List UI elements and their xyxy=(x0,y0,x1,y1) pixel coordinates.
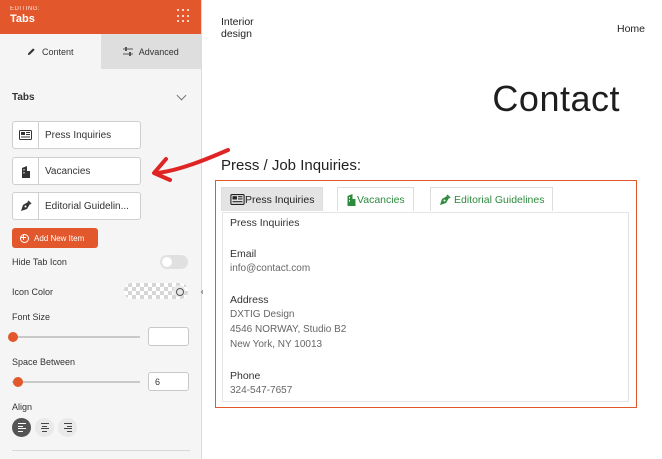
tab-label: Press Inquiries xyxy=(245,193,315,206)
hide-tab-icon-label: Hide Tab Icon xyxy=(12,257,67,267)
icon-color-label: Icon Color xyxy=(12,287,54,297)
tabs-section-title: Tabs xyxy=(12,92,35,103)
align-label: Align xyxy=(12,402,33,412)
align-center-button[interactable] xyxy=(35,418,54,437)
nav-home-link[interactable]: Home xyxy=(617,23,645,35)
logo-line-1: Interior xyxy=(221,16,254,28)
preview-tab-editorial-guidelines[interactable]: Editorial Guidelines xyxy=(430,187,554,211)
site-logo[interactable]: Interior design xyxy=(221,16,254,40)
tab-item-label: Press Inquiries xyxy=(45,129,112,141)
tab-panel-content: Press Inquiries Email info@contact.com A… xyxy=(222,212,629,402)
tab-content-label: Content xyxy=(41,46,74,57)
space-between-label: Space Between xyxy=(12,357,76,367)
preview-tab-vacancies[interactable]: Vacancies xyxy=(337,187,414,211)
space-between-slider[interactable] xyxy=(12,381,140,383)
newspaper-icon xyxy=(13,122,39,148)
phone-label: Phone xyxy=(230,370,261,382)
tab-advanced[interactable]: Advanced xyxy=(100,34,201,69)
space-between-slider-handle[interactable] xyxy=(13,377,23,387)
grid-dots-icon[interactable] xyxy=(177,9,191,23)
pencil-icon xyxy=(27,48,35,56)
tabs-section-header[interactable]: Tabs xyxy=(0,90,201,103)
tabs-module[interactable]: Press Inquiries Vacancies Editorial Guid… xyxy=(215,180,637,408)
preview-tab-press-inquiries[interactable]: Press Inquiries xyxy=(221,187,324,211)
editor-panel: EDITING: Tabs Content Advanced Tabs Pres… xyxy=(0,0,202,459)
tab-item-vacancies[interactable]: Vacancies xyxy=(12,157,141,185)
chevron-down-icon xyxy=(176,90,187,101)
panel-title: Tabs xyxy=(10,13,35,25)
pen-nib-icon xyxy=(13,193,39,219)
color-picker-icon[interactable] xyxy=(173,285,185,297)
font-size-label: Font Size xyxy=(12,312,51,322)
sliders-icon xyxy=(122,47,133,56)
add-new-item-button[interactable]: Add New Item xyxy=(12,228,98,248)
email-value: info@contact.com xyxy=(230,263,311,274)
address-line-1: DXTIG Design xyxy=(230,309,295,320)
tab-item-press-inquiries[interactable]: Press Inquiries xyxy=(12,121,141,149)
email-label: Email xyxy=(230,248,257,260)
address-line-2: 4546 NORWAY, Studio B2 xyxy=(230,324,347,335)
panel-header: EDITING: Tabs xyxy=(0,0,201,34)
phone-value: 324-547-7657 xyxy=(230,385,293,396)
divider xyxy=(12,450,190,451)
editing-label: EDITING: xyxy=(10,6,41,12)
page-title: Contact xyxy=(492,78,620,119)
tab-content[interactable]: Content xyxy=(0,34,101,69)
building-icon xyxy=(13,158,39,184)
font-size-slider-handle[interactable] xyxy=(8,332,18,342)
newspaper-icon xyxy=(230,194,245,205)
logo-line-2: design xyxy=(221,28,252,40)
font-size-slider[interactable] xyxy=(12,336,140,338)
building-icon xyxy=(347,194,356,206)
space-between-input[interactable]: 6 xyxy=(148,372,189,391)
section-title: Press / Job Inquiries: xyxy=(221,157,362,174)
align-center-icon xyxy=(40,422,49,434)
pen-nib-icon xyxy=(440,193,451,205)
font-size-input[interactable] xyxy=(148,327,189,346)
tab-advanced-label: Advanced xyxy=(138,46,179,57)
align-left-icon xyxy=(17,422,26,434)
tab-label: Editorial Guidelines xyxy=(454,193,545,206)
panel-tabs: Content Advanced xyxy=(0,34,201,69)
tab-item-label: Editorial Guidelin... xyxy=(45,200,129,212)
tab-label: Vacancies xyxy=(357,193,405,206)
page-preview: Interior design Home Contact Press / Job… xyxy=(203,0,662,459)
add-new-item-label: Add New Item xyxy=(34,233,85,243)
hide-tab-icon-toggle[interactable] xyxy=(160,255,188,269)
address-label: Address xyxy=(230,294,269,306)
align-right-icon xyxy=(63,422,72,434)
tab-item-editorial-guidelines[interactable]: Editorial Guidelin... xyxy=(12,192,141,220)
plus-circle-icon xyxy=(20,233,29,243)
tab-item-label: Vacancies xyxy=(45,165,91,177)
panel-heading: Press Inquiries xyxy=(230,217,300,229)
address-line-3: New York, NY 10013 xyxy=(230,339,323,350)
align-right-button[interactable] xyxy=(58,418,77,437)
align-left-button[interactable] xyxy=(12,418,31,437)
